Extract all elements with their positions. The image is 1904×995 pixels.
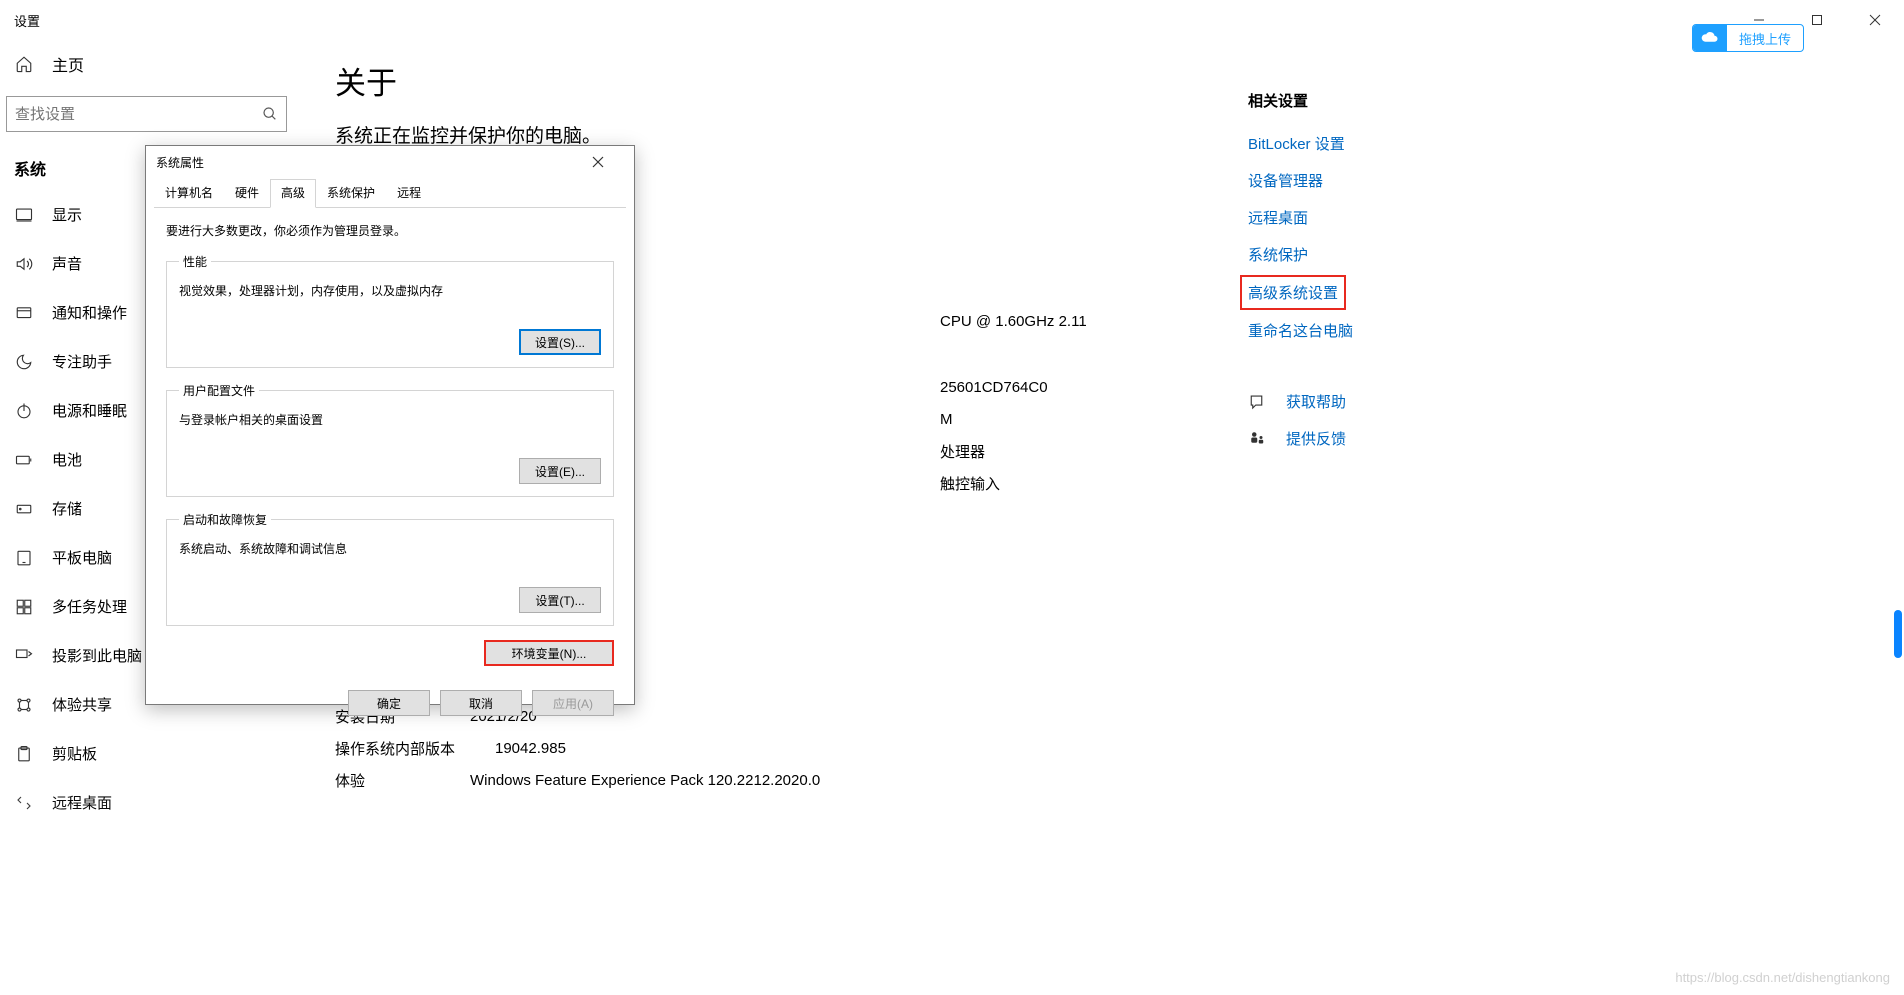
- upload-badge-label: 拖拽上传: [1727, 29, 1803, 48]
- sidebar-home-label: 主页: [52, 52, 84, 76]
- home-icon: [14, 55, 34, 73]
- sidebar-item-label: 电池: [52, 449, 82, 470]
- group-user-profile: 用户配置文件 与登录帐户相关的桌面设置 设置(E)...: [166, 382, 614, 497]
- group-legend: 启动和故障恢复: [179, 511, 271, 528]
- sidebar-item-label: 体验共享: [52, 694, 112, 715]
- group-desc: 与登录帐户相关的桌面设置: [179, 411, 601, 428]
- ok-button[interactable]: 确定: [348, 690, 430, 716]
- upload-badge[interactable]: 拖拽上传: [1692, 24, 1804, 52]
- link-advanced-system-settings[interactable]: 高级系统设置: [1240, 275, 1346, 310]
- tab-system-protection[interactable]: 系统保护: [316, 179, 386, 208]
- group-desc: 视觉效果，处理器计划，内存使用，以及虚拟内存: [179, 282, 601, 299]
- tab-computer-name[interactable]: 计算机名: [154, 179, 224, 208]
- link-bitlocker[interactable]: BitLocker 设置: [1248, 125, 1538, 162]
- spec-m-fragment: M: [940, 411, 953, 428]
- dialog-close-button[interactable]: [592, 156, 624, 168]
- related-settings: 相关设置 BitLocker 设置 设备管理器 远程桌面 系统保护 高级系统设置…: [1248, 90, 1538, 457]
- tab-remote[interactable]: 远程: [386, 179, 432, 208]
- group-legend: 性能: [179, 253, 211, 270]
- sidebar-item-label: 声音: [52, 253, 82, 274]
- sidebar-item-clipboard[interactable]: 剪贴板: [0, 729, 305, 778]
- spec-cpu-fragment: CPU @ 1.60GHz 2.11: [940, 313, 1087, 330]
- dialog-titlebar: 系统属性: [146, 146, 634, 178]
- help-label: 获取帮助: [1286, 391, 1346, 412]
- link-system-protection[interactable]: 系统保护: [1248, 236, 1538, 273]
- tab-hardware[interactable]: 硬件: [224, 179, 270, 208]
- spec-value: Windows Feature Experience Pack 120.2212…: [470, 772, 820, 789]
- feedback-label: 提供反馈: [1286, 428, 1346, 449]
- sidebar-item-label: 平板电脑: [52, 547, 112, 568]
- spec-label: 操作系统内部版本: [335, 738, 495, 759]
- cloud-upload-icon: [1693, 25, 1727, 51]
- group-desc: 系统启动、系统故障和调试信息: [179, 540, 601, 557]
- clipboard-icon: [14, 745, 34, 763]
- window-titlebar: 设置: [0, 0, 1904, 40]
- feedback-icon: [1248, 430, 1268, 448]
- group-legend: 用户配置文件: [179, 382, 259, 399]
- startup-recovery-settings-button[interactable]: 设置(T)...: [519, 587, 601, 613]
- link-feedback[interactable]: 提供反馈: [1248, 420, 1538, 457]
- power-icon: [14, 402, 34, 420]
- sidebar-item-label: 电源和睡眠: [52, 400, 127, 421]
- project-icon: [14, 647, 34, 665]
- spec-processor-fragment: 处理器: [940, 441, 985, 462]
- dialog-hint: 要进行大多数更改，你必须作为管理员登录。: [166, 222, 614, 239]
- sidebar-item-remote[interactable]: 远程桌面: [0, 778, 305, 817]
- search-input-wrapper[interactable]: [6, 96, 287, 132]
- link-remote-desktop[interactable]: 远程桌面: [1248, 199, 1538, 236]
- performance-settings-button[interactable]: 设置(S)...: [519, 329, 601, 355]
- tab-advanced[interactable]: 高级: [270, 179, 316, 208]
- sidebar-item-label: 剪贴板: [52, 743, 97, 764]
- close-button[interactable]: [1846, 0, 1904, 40]
- shared-icon: [14, 696, 34, 714]
- battery-icon: [14, 451, 34, 469]
- page-subtitle: 系统正在监控并保护你的电脑。: [335, 121, 1874, 148]
- user-profile-settings-button[interactable]: 设置(E)...: [519, 458, 601, 484]
- notifications-icon: [14, 304, 34, 322]
- display-icon: [14, 206, 34, 224]
- spec-touch-fragment: 触控输入: [940, 473, 1000, 494]
- link-get-help[interactable]: 获取帮助: [1248, 383, 1538, 420]
- spec-id-fragment: 25601CD764C0: [940, 379, 1048, 396]
- system-properties-dialog: 系统属性 计算机名 硬件 高级 系统保护 远程 要进行大多数更改，你必须作为管理…: [145, 145, 635, 705]
- group-startup-recovery: 启动和故障恢复 系统启动、系统故障和调试信息 设置(T)...: [166, 511, 614, 626]
- storage-icon: [14, 500, 34, 518]
- dialog-title: 系统属性: [156, 154, 204, 171]
- spec-label: 体验: [335, 770, 470, 791]
- search-icon: [262, 106, 278, 122]
- window-title: 设置: [14, 11, 40, 30]
- sidebar-item-label: 存储: [52, 498, 82, 519]
- sidebar-item-label: 专注助手: [52, 351, 112, 372]
- related-header: 相关设置: [1248, 90, 1538, 111]
- remote-icon: [14, 794, 34, 812]
- group-performance: 性能 视觉效果，处理器计划，内存使用，以及虚拟内存 设置(S)...: [166, 253, 614, 368]
- link-rename-pc[interactable]: 重命名这台电脑: [1248, 312, 1538, 349]
- apply-button[interactable]: 应用(A): [532, 690, 614, 716]
- sidebar-item-label: 投影到此电脑: [52, 645, 142, 666]
- help-icon: [1248, 393, 1268, 411]
- spec-value: 19042.985: [495, 740, 566, 757]
- environment-variables-button[interactable]: 环境变量(N)...: [484, 640, 614, 666]
- link-device-manager[interactable]: 设备管理器: [1248, 162, 1538, 199]
- sound-icon: [14, 255, 34, 273]
- cancel-button[interactable]: 取消: [440, 690, 522, 716]
- sidebar-item-label: 远程桌面: [52, 792, 112, 813]
- sidebar-home[interactable]: 主页: [0, 42, 305, 86]
- sidebar-item-label: 显示: [52, 204, 82, 225]
- dialog-footer: 确定 取消 应用(A): [146, 676, 634, 730]
- tablet-icon: [14, 549, 34, 567]
- search-input[interactable]: [15, 106, 262, 123]
- scrollbar-thumb[interactable]: [1894, 610, 1902, 658]
- focus-icon: [14, 353, 34, 371]
- multitask-icon: [14, 598, 34, 616]
- sidebar-item-label: 多任务处理: [52, 596, 127, 617]
- dialog-tabs: 计算机名 硬件 高级 系统保护 远程: [154, 178, 626, 208]
- watermark: https://blog.csdn.net/dishengtiankong: [1675, 970, 1890, 985]
- sidebar-item-label: 通知和操作: [52, 302, 127, 323]
- page-title: 关于: [335, 58, 1874, 103]
